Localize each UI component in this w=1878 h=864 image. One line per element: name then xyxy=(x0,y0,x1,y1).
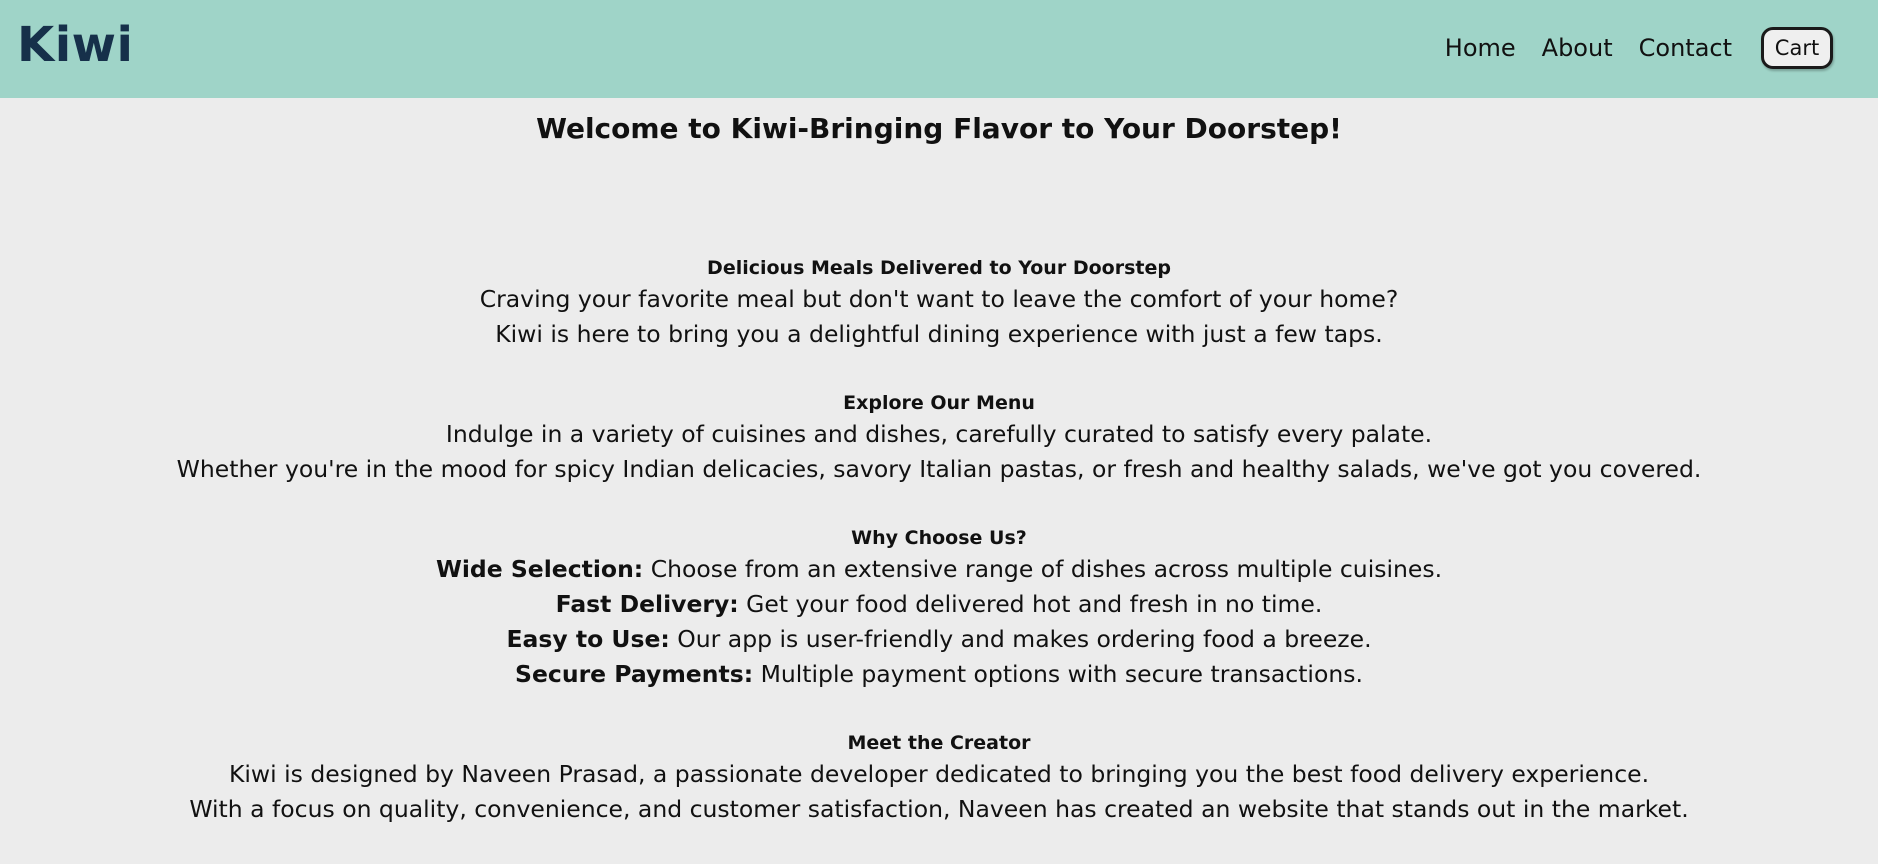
section-text: Kiwi is designed by Naveen Prasad, a pas… xyxy=(228,760,1650,788)
section-heading: Delicious Meals Delivered to Your Doorst… xyxy=(707,257,1171,279)
nav-link-about[interactable]: About xyxy=(1542,26,1613,70)
section-why-choose-us: Why Choose Us? Wide Selection: Choose fr… xyxy=(0,524,1878,692)
section-text: Indulge in a variety of cuisines and dis… xyxy=(445,420,1433,448)
site-header: Kiwi Home About Contact Cart xyxy=(0,0,1878,98)
feature-label: Wide Selection: xyxy=(435,555,644,583)
feature-text: Choose from an extensive range of dishes… xyxy=(643,555,1443,583)
main-nav: Home About Contact Cart xyxy=(1445,26,1833,70)
section-text: With a focus on quality, convenience, an… xyxy=(189,795,1689,823)
feature-item: Fast Delivery: Get your food delivered h… xyxy=(0,587,1878,622)
cart-button[interactable]: Cart xyxy=(1761,27,1833,69)
nav-link-home[interactable]: Home xyxy=(1445,26,1516,70)
feature-text: Our app is user-friendly and makes order… xyxy=(669,625,1372,653)
feature-label: Easy to Use: xyxy=(506,625,670,653)
feature-text: Get your food delivered hot and fresh in… xyxy=(738,590,1323,618)
feature-label: Fast Delivery: xyxy=(555,590,739,618)
page-title: Welcome to Kiwi-Bringing Flavor to Your … xyxy=(536,112,1342,145)
feature-label: Secure Payments: xyxy=(515,660,754,688)
feature-item: Wide Selection: Choose from an extensive… xyxy=(0,552,1878,587)
section-meet-creator: Meet the Creator Kiwi is designed by Nav… xyxy=(0,729,1878,827)
section-explore-menu: Explore Our Menu Indulge in a variety of… xyxy=(0,389,1878,487)
feature-item: Secure Payments: Multiple payment option… xyxy=(0,657,1878,692)
section-text: Whether you're in the mood for spicy Ind… xyxy=(176,455,1702,483)
feature-item: Easy to Use: Our app is user-friendly an… xyxy=(0,622,1878,657)
site-logo[interactable]: Kiwi xyxy=(17,14,133,76)
section-heading: Why Choose Us? xyxy=(851,527,1027,549)
feature-text: Multiple payment options with secure tra… xyxy=(753,660,1363,688)
nav-link-contact[interactable]: Contact xyxy=(1639,26,1732,70)
section-delicious-meals: Delicious Meals Delivered to Your Doorst… xyxy=(0,254,1878,352)
section-heading: Explore Our Menu xyxy=(843,392,1035,414)
section-text: Kiwi is here to bring you a delightful d… xyxy=(495,320,1383,348)
section-text: Craving your favorite meal but don't wan… xyxy=(479,285,1399,313)
section-heading: Meet the Creator xyxy=(847,732,1031,754)
